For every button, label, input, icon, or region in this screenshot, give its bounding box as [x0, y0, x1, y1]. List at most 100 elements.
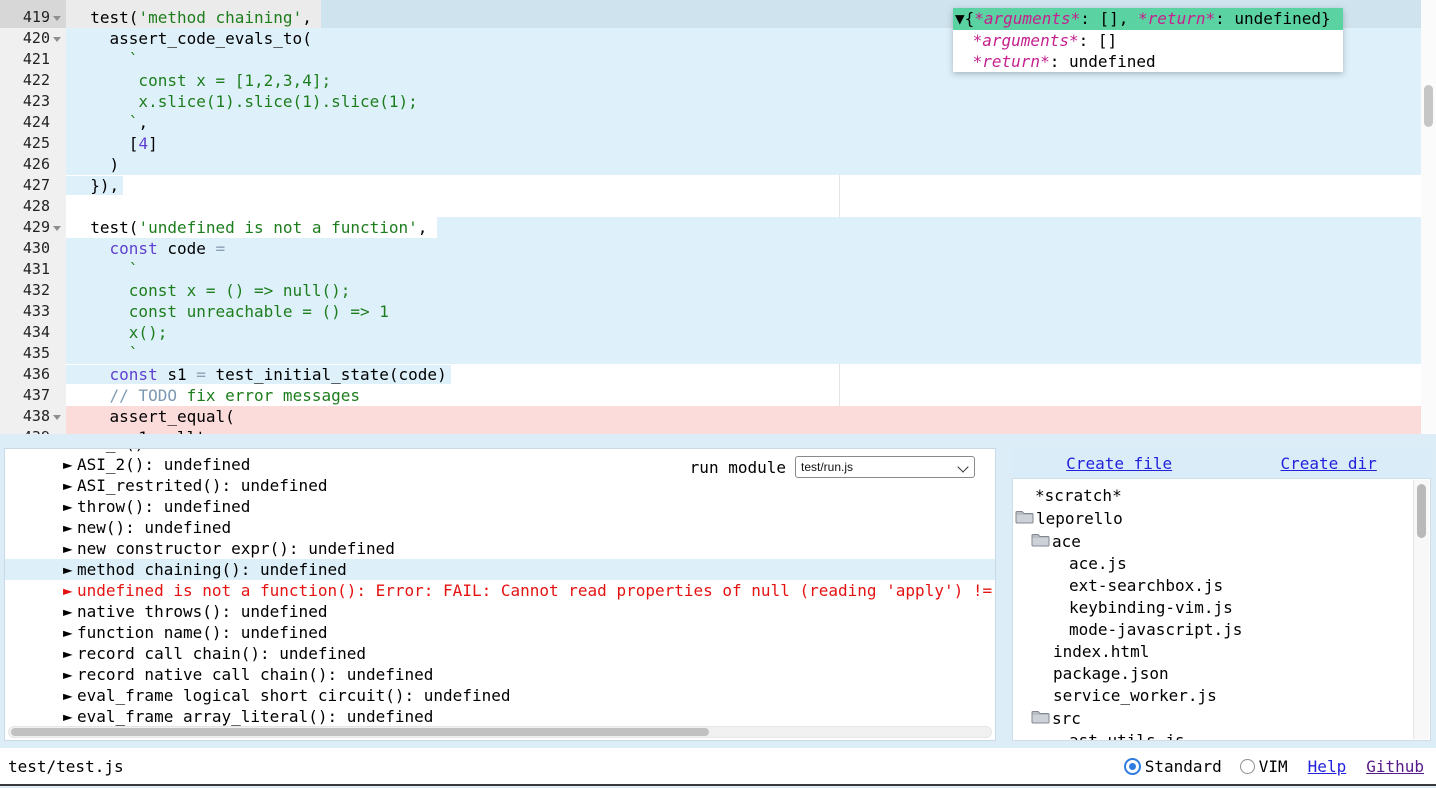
code-line-content[interactable]: assert_equal(: [66, 406, 1436, 427]
tree-item[interactable]: mode-javascript.js: [1013, 619, 1430, 641]
code-line-content[interactable]: const code =: [66, 238, 1436, 259]
line-number: 424: [23, 112, 50, 133]
expand-arrow-icon[interactable]: ►: [63, 643, 77, 664]
test-result-item[interactable]: ►record native call chain(): undefined: [5, 664, 995, 685]
code-line-content[interactable]: `,: [66, 112, 1436, 133]
code-line: 437 // TODO fix error messages: [0, 385, 1436, 406]
code-token: ]: [148, 134, 158, 153]
tree-folder[interactable]: leporello: [1013, 507, 1430, 530]
code-line-content[interactable]: const s1 = test_initial_state(code): [66, 364, 1436, 385]
test-result-item[interactable]: ►new(): undefined: [5, 517, 995, 538]
tooltip-row[interactable]: *return*: undefined: [953, 51, 1343, 72]
tooltip-separator: :: [1079, 31, 1098, 50]
code-line-content[interactable]: `: [66, 343, 1436, 364]
create-file-link[interactable]: Create file: [1066, 454, 1172, 473]
test-result-item[interactable]: ►throw(): undefined: [5, 496, 995, 517]
test-result-label: undefined is not a function(): Error: FA…: [77, 581, 992, 600]
radio-icon[interactable]: [1240, 759, 1255, 774]
line-number-gutter: 435: [0, 343, 66, 364]
line-number: 437: [23, 385, 50, 406]
tree-item-label: package.json: [1053, 663, 1169, 685]
expand-arrow-icon[interactable]: ►: [63, 559, 77, 580]
line-number-gutter: 424: [0, 112, 66, 133]
fold-arrow-icon: [53, 415, 61, 420]
code-line-content[interactable]: `: [66, 259, 1436, 280]
tree-item[interactable]: ext-searchbox.js: [1013, 575, 1430, 597]
line-number: 430: [23, 238, 50, 259]
test-result-item[interactable]: ►eval_frame logical short circuit(): und…: [5, 685, 995, 706]
file-tree-scrollbar-thumb[interactable]: [1417, 484, 1426, 538]
code-line-content[interactable]: ): [66, 154, 1436, 175]
test-result-item[interactable]: ►method chaining(): undefined: [5, 559, 995, 580]
code-token: const x = [1,2,3,4];: [71, 71, 331, 90]
fold-toggle[interactable]: [50, 224, 64, 231]
test-result-label: function name(): undefined: [77, 623, 327, 642]
tree-folder[interactable]: src: [1013, 707, 1430, 730]
code-line-content[interactable]: // TODO fix error messages: [66, 385, 1436, 406]
tree-item[interactable]: index.html: [1013, 641, 1430, 663]
expand-arrow-icon[interactable]: ►: [63, 685, 77, 706]
tooltip-key: *arguments*: [963, 31, 1079, 50]
test-result-item[interactable]: ►eval_frame array_literal(): undefined: [5, 706, 995, 727]
code-token: s1: [158, 365, 197, 384]
code-line-content[interactable]: [4]: [66, 133, 1436, 154]
code-token: `: [71, 260, 138, 279]
code-line-content[interactable]: s1.calltree: [66, 427, 1436, 434]
expand-arrow-icon[interactable]: ►: [63, 580, 77, 601]
code-line-content[interactable]: const x = [1,2,3,4];: [66, 70, 1436, 91]
mode-option-standard[interactable]: Standard: [1124, 757, 1222, 776]
tooltip-row[interactable]: *arguments*: []: [953, 30, 1343, 51]
code-line: 428: [0, 196, 1436, 217]
code-line-content[interactable]: const unreachable = () => 1: [66, 301, 1436, 322]
github-link[interactable]: Github: [1366, 757, 1424, 776]
editor-scrollbar-thumb[interactable]: [1424, 85, 1433, 127]
code-line-content[interactable]: [66, 196, 1436, 217]
code-editor[interactable]: 419 test('method chaining', () => {420 a…: [0, 0, 1436, 434]
test-result-item[interactable]: ►native throws(): undefined: [5, 601, 995, 622]
create-dir-link[interactable]: Create dir: [1280, 454, 1376, 473]
code-line-content[interactable]: const x = () => null();: [66, 280, 1436, 301]
line-number: 419: [23, 7, 50, 28]
help-link[interactable]: Help: [1308, 757, 1347, 776]
tree-item[interactable]: ast_utils.js: [1013, 730, 1430, 741]
expand-arrow-icon[interactable]: ►: [63, 496, 77, 517]
code-line-content[interactable]: x.slice(1).slice(1).slice(1);: [66, 91, 1436, 112]
tree-folder[interactable]: ace: [1013, 530, 1430, 553]
code-token: const x = () => null();: [71, 281, 350, 300]
line-number-gutter: 431: [0, 259, 66, 280]
expand-arrow-icon[interactable]: ►: [63, 601, 77, 622]
code-line-content[interactable]: }),: [66, 175, 1436, 196]
test-result-item[interactable]: ►ASI_restrited(): undefined: [5, 475, 995, 496]
tree-item[interactable]: service_worker.js: [1013, 685, 1430, 707]
run-module-select[interactable]: test/run.js: [795, 456, 975, 478]
test-result-item[interactable]: ►undefined is not a function(): Error: F…: [5, 580, 995, 601]
mode-option-vim[interactable]: VIM: [1240, 757, 1288, 776]
radio-selected-icon[interactable]: [1124, 758, 1141, 775]
expand-arrow-icon[interactable]: ►: [63, 706, 77, 727]
value-inspector-header[interactable]: ▼{*arguments*: [], *return*: undefined}: [953, 8, 1343, 30]
expand-arrow-icon[interactable]: ►: [63, 454, 77, 475]
expand-arrow-icon[interactable]: ►: [63, 622, 77, 643]
fold-toggle[interactable]: [50, 35, 64, 42]
code-line-content[interactable]: x();: [66, 322, 1436, 343]
expand-arrow-icon[interactable]: ►: [63, 517, 77, 538]
test-result-item[interactable]: ►new constructor expr(): undefined: [5, 538, 995, 559]
fold-toggle[interactable]: [50, 413, 64, 420]
line-number-gutter: 422: [0, 70, 66, 91]
expand-arrow-icon[interactable]: ►: [63, 475, 77, 496]
tree-item[interactable]: package.json: [1013, 663, 1430, 685]
test-result-item[interactable]: ►function name(): undefined: [5, 622, 995, 643]
tree-item[interactable]: keybinding-vim.js: [1013, 597, 1430, 619]
code-line-content[interactable]: test('undefined is not a function', () =…: [66, 217, 1436, 238]
test-result-label: method chaining(): undefined: [77, 560, 347, 579]
results-scrollbar-thumb[interactable]: [11, 728, 709, 736]
tree-item[interactable]: *scratch*: [1013, 485, 1430, 507]
expand-arrow-icon[interactable]: ►: [63, 538, 77, 559]
tree-item[interactable]: ace.js: [1013, 553, 1430, 575]
tree-item-label: ace.js: [1069, 553, 1127, 575]
code-token: const: [110, 365, 158, 384]
test-result-item[interactable]: ►record call chain(): undefined: [5, 643, 995, 664]
line-number: 431: [23, 259, 50, 280]
expand-arrow-icon[interactable]: ►: [63, 664, 77, 685]
fold-toggle[interactable]: [50, 14, 64, 21]
